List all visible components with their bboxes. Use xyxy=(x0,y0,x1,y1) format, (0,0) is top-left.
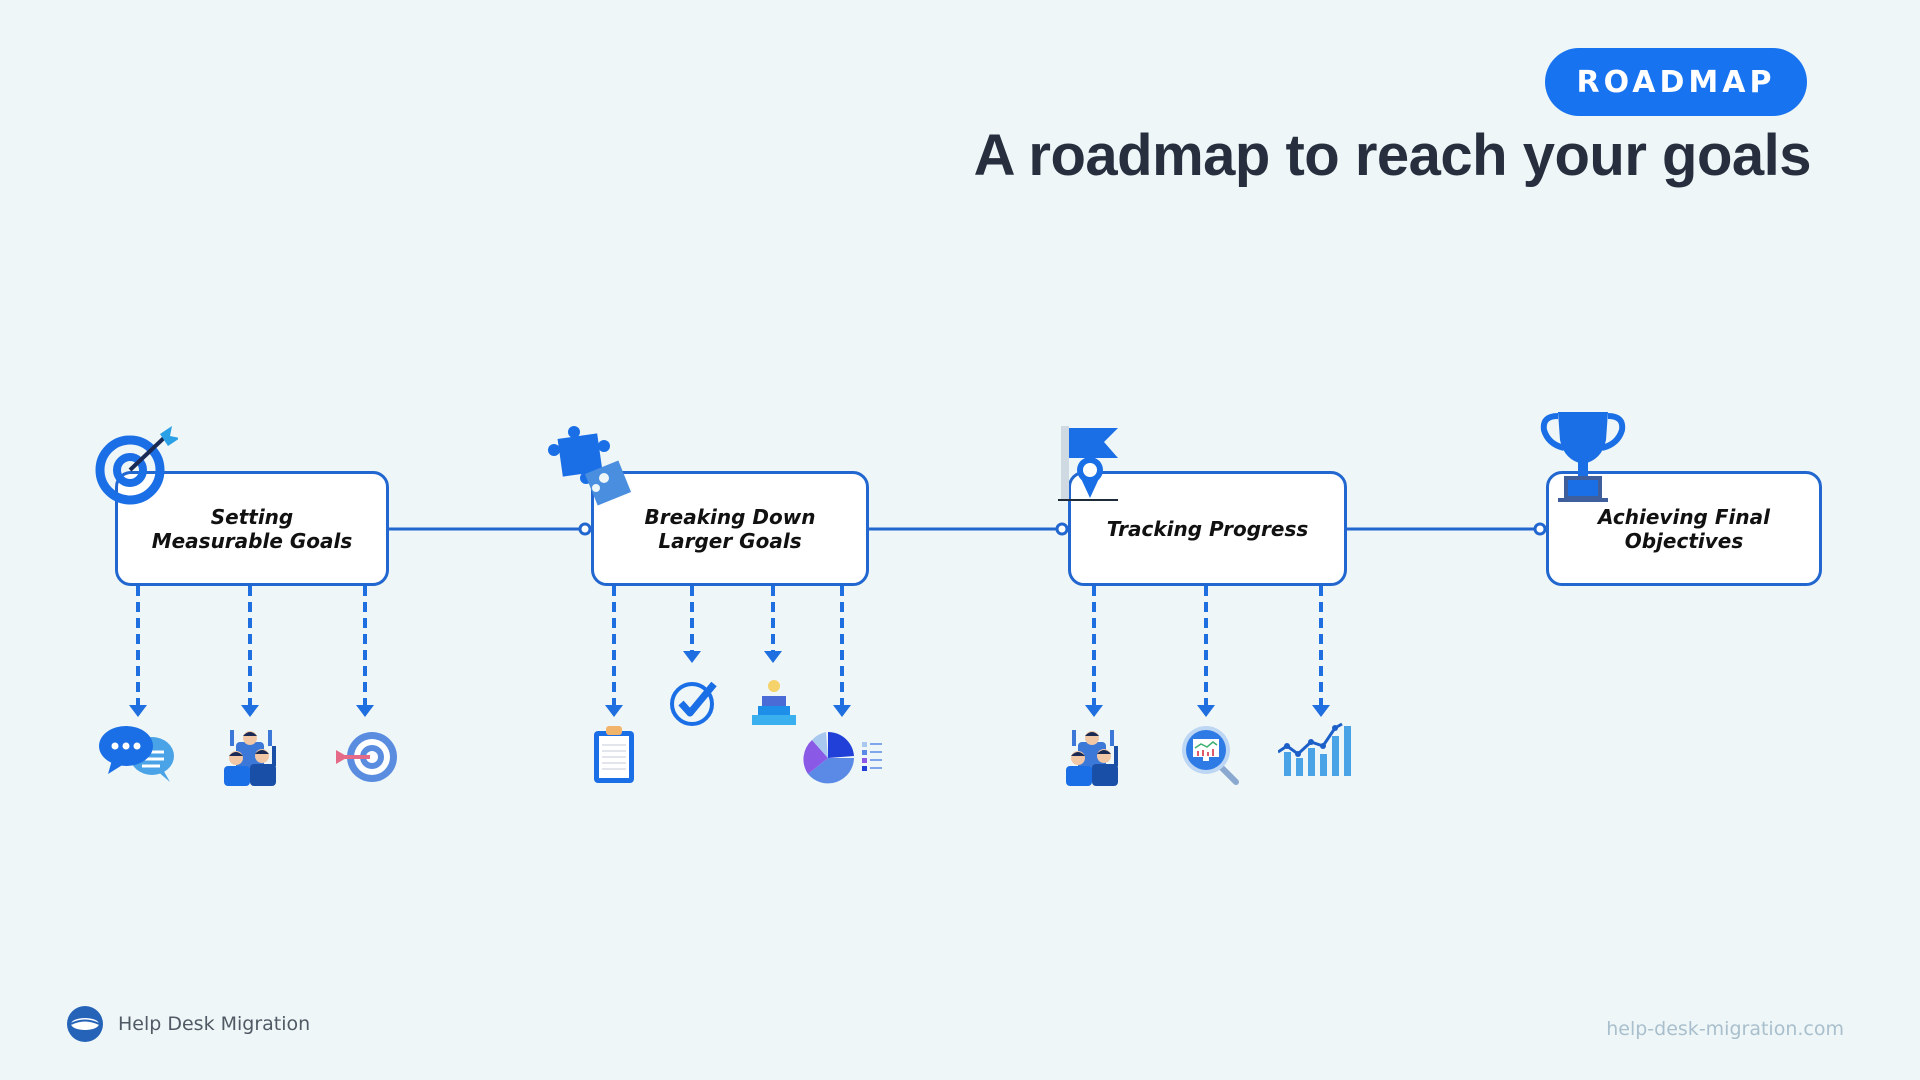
footer-brand: Help Desk Migration xyxy=(66,1005,310,1043)
help-desk-migration-logo-icon xyxy=(67,1006,103,1042)
step-label: Achieving Final Objectives xyxy=(1598,504,1770,553)
footer-brand-name: Help Desk Migration xyxy=(118,1013,311,1035)
chat-bubbles-icon xyxy=(99,726,174,782)
flag-location-pin-icon xyxy=(1058,426,1118,501)
footer-url[interactable]: help-desk-migration.com xyxy=(1606,1018,1844,1040)
target-hit-icon xyxy=(336,732,397,782)
connector-node-2 xyxy=(578,522,592,536)
arrow-head xyxy=(356,705,374,717)
puzzle-pieces-icon xyxy=(548,426,632,506)
arrow-head xyxy=(1197,705,1215,717)
target-with-arrow-icon xyxy=(95,426,178,505)
magnifier-monitor-chart-icon xyxy=(1182,726,1239,785)
arrow-head xyxy=(241,705,259,717)
arrow-head xyxy=(129,705,147,717)
growth-bar-chart-icon xyxy=(1278,722,1351,776)
connector-node-3 xyxy=(1055,522,1069,536)
stacked-steps-icon xyxy=(752,680,796,725)
checkmark-circle-icon xyxy=(670,681,717,726)
step-label: Breaking Down Larger Goals xyxy=(644,504,816,553)
trophy-icon xyxy=(1540,412,1626,502)
arrow-head xyxy=(683,651,701,663)
arrow-head xyxy=(1312,705,1330,717)
arrow-head xyxy=(764,651,782,663)
step-label: Setting Measurable Goals xyxy=(151,504,353,553)
arrow-head xyxy=(605,705,623,717)
pie-chart-legend-icon xyxy=(803,731,882,784)
connector-node-4 xyxy=(1533,522,1547,536)
team-celebrating-icon xyxy=(224,730,276,786)
team-celebrating-icon xyxy=(1066,730,1118,786)
step-label: Tracking Progress xyxy=(1106,516,1309,541)
arrow-head xyxy=(1085,705,1103,717)
clipboard-icon xyxy=(594,726,634,783)
arrow-head xyxy=(833,705,851,717)
